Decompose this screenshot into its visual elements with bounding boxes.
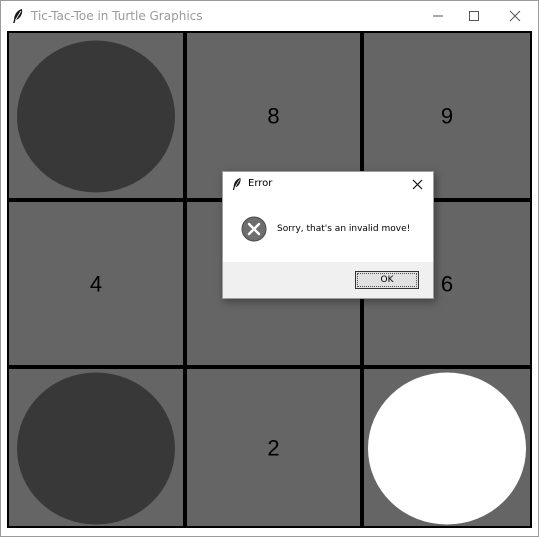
close-icon [412, 179, 422, 189]
window-title: Tic-Tac-Toe in Turtle Graphics [31, 9, 203, 23]
close-icon [509, 10, 521, 22]
cell-number-label: 4 [90, 272, 102, 297]
maximize-icon [469, 11, 479, 21]
close-button[interactable] [495, 1, 535, 31]
error-dialog: Error Sorry, that's an invalid move! OK [222, 171, 434, 299]
dialog-body: Sorry, that's an invalid move! [223, 196, 433, 262]
dialog-title: Error [248, 178, 273, 189]
cell-number-label: 2 [267, 436, 279, 461]
dialog-title-bar[interactable]: Error [223, 172, 433, 196]
error-icon [241, 216, 267, 242]
feather-icon [232, 178, 241, 190]
ok-button[interactable]: OK [355, 271, 419, 289]
cell-number-label: 9 [441, 104, 453, 129]
app-window: Tic-Tac-Toe in Turtle Graphics 8 9 4 6 2 Err… [0, 0, 539, 537]
grid-line-vertical [183, 31, 187, 528]
dialog-footer: OK [223, 262, 433, 298]
dialog-close-button[interactable] [409, 176, 425, 192]
feather-icon [13, 9, 23, 23]
minimize-icon [433, 15, 443, 17]
dark-circle-mark [17, 372, 175, 525]
grid-line-horizontal [7, 365, 532, 369]
minimize-button[interactable] [418, 1, 458, 31]
white-circle-mark [368, 372, 526, 525]
cell-number-label: 8 [267, 104, 279, 129]
cell-number-label: 6 [441, 272, 453, 297]
title-bar[interactable]: Tic-Tac-Toe in Turtle Graphics [1, 1, 538, 31]
dark-circle-mark [17, 40, 175, 193]
dialog-message: Sorry, that's an invalid move! [277, 224, 411, 234]
maximize-button[interactable] [454, 1, 494, 31]
